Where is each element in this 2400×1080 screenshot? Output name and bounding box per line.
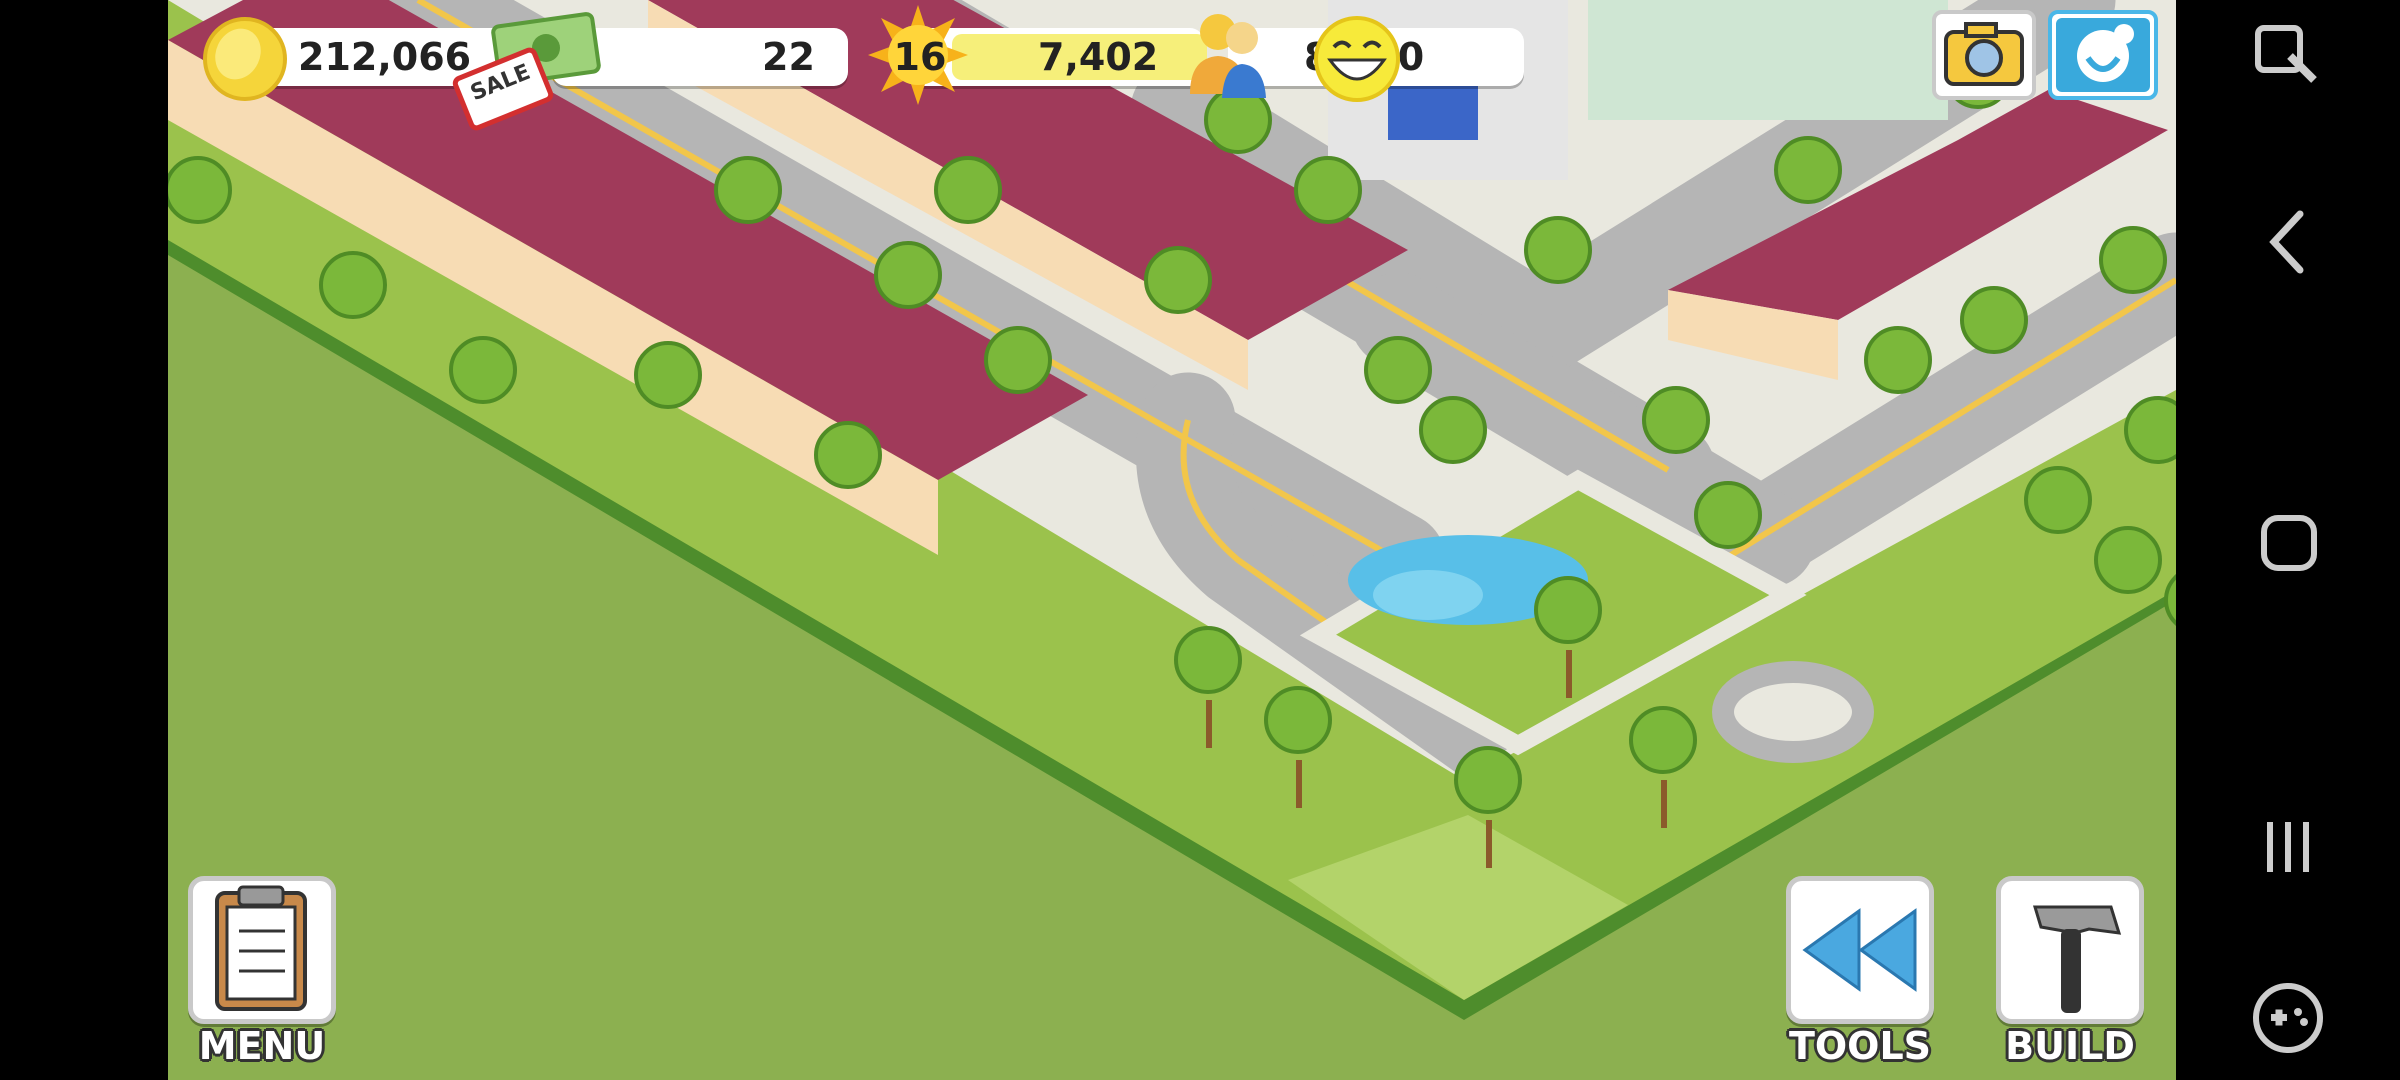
- tools-label: TOOLS: [1788, 1024, 1932, 1068]
- hammer-icon: [2032, 905, 2122, 1013]
- camera-icon: [1944, 22, 2024, 86]
- share-icon: [2056, 18, 2150, 92]
- menu-label: MENU: [198, 1024, 326, 1068]
- cash-value: 22: [762, 35, 815, 79]
- build-button[interactable]: [1996, 876, 2144, 1024]
- system-navigation-bar: [2176, 0, 2400, 1080]
- build-label: BUILD: [2005, 1024, 2135, 1068]
- phone-screen: 212,066 22 SALE 7,402 16 8,1: [0, 0, 2400, 1080]
- back-icon[interactable]: [2238, 192, 2338, 292]
- coin-icon: [203, 17, 287, 101]
- camera-button[interactable]: [1932, 10, 2036, 100]
- game-viewport[interactable]: 212,066 22 SALE 7,402 16 8,1: [168, 0, 2176, 1080]
- coins-value: 212,066: [298, 35, 472, 79]
- clipboard-icon: [215, 885, 307, 1011]
- xp-value: 7,402: [1038, 35, 1159, 79]
- social-button[interactable]: [2048, 10, 2158, 100]
- menu-button[interactable]: [188, 876, 336, 1024]
- smiley-icon[interactable]: [1312, 14, 1402, 104]
- home-icon[interactable]: [2238, 494, 2338, 594]
- game-tools-icon[interactable]: [2238, 968, 2338, 1068]
- screenshot-edit-icon[interactable]: [2238, 6, 2338, 106]
- recent-apps-icon[interactable]: [2238, 796, 2338, 896]
- tools-button[interactable]: [1786, 876, 1934, 1024]
- level-value: 16: [893, 35, 947, 79]
- population-icon: [1190, 14, 1266, 98]
- rewind-icon: [1802, 908, 1917, 992]
